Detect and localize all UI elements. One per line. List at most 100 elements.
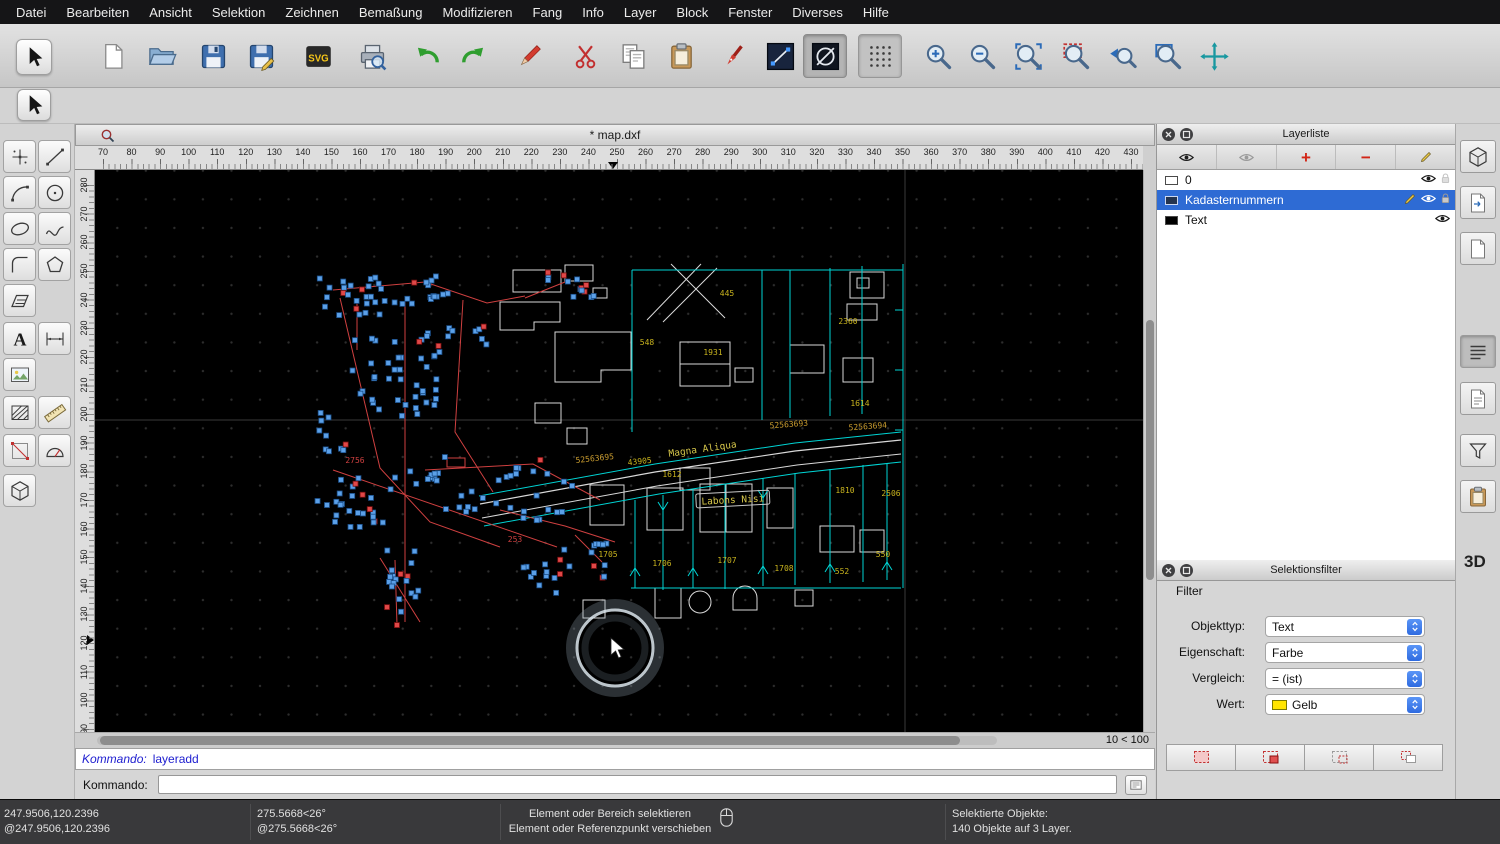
- layer-visibility-icon[interactable]: [1421, 173, 1436, 187]
- page-fwd-panel-button[interactable]: [1460, 186, 1496, 219]
- cut-tool-button[interactable]: [563, 34, 607, 78]
- vertical-scrollbar[interactable]: [1143, 170, 1155, 732]
- menu-bearbeiten[interactable]: Bearbeiten: [56, 5, 139, 20]
- line-draw-tool-button[interactable]: [38, 140, 71, 173]
- edit-layer-icon[interactable]: [1404, 193, 1416, 208]
- page-lines-panel-button[interactable]: [1460, 382, 1496, 415]
- menu-zeichnen[interactable]: Zeichnen: [275, 5, 348, 20]
- spline-tool-button[interactable]: [38, 212, 71, 245]
- svg-text:552: 552: [835, 567, 850, 576]
- filter-dropdown-eigenschaft[interactable]: Farbe: [1265, 642, 1425, 663]
- vertical-scrollbar-thumb[interactable]: [1146, 320, 1154, 580]
- polygon-tool-button[interactable]: [38, 248, 71, 281]
- horizontal-scrollbar[interactable]: 10 < 100: [75, 732, 1155, 748]
- dimension-tool-button[interactable]: [38, 322, 71, 355]
- clipboard-small-panel-button[interactable]: [1460, 480, 1496, 513]
- point-tool-button[interactable]: [3, 140, 36, 173]
- erase-tool-button[interactable]: [507, 34, 551, 78]
- pan-view-button[interactable]: [1192, 34, 1236, 78]
- menu-block[interactable]: Block: [666, 5, 718, 20]
- curve-tool-button[interactable]: [3, 248, 36, 281]
- close-panel-icon[interactable]: [1162, 128, 1175, 141]
- selection-tool-button-2[interactable]: [17, 89, 51, 121]
- slab-tool-button[interactable]: [3, 284, 36, 317]
- zoom-previous-button[interactable]: [1100, 34, 1144, 78]
- layer-lock-icon[interactable]: [1441, 173, 1450, 187]
- menu-hilfe[interactable]: Hilfe: [853, 5, 899, 20]
- open-file-button[interactable]: [139, 34, 183, 78]
- redo-button[interactable]: [451, 34, 495, 78]
- detach-panel-icon[interactable]: [1180, 564, 1193, 577]
- text-tool-button[interactable]: A: [3, 322, 36, 355]
- filter-add-to-selection-button[interactable]: [1235, 744, 1305, 771]
- new-file-button[interactable]: [91, 34, 135, 78]
- ellipse-tool-button[interactable]: [3, 212, 36, 245]
- filter-remove-from-selection-button[interactable]: [1304, 744, 1374, 771]
- layer-row-kadasternummern[interactable]: Kadasternummern: [1157, 190, 1455, 210]
- layer-row-text[interactable]: Text: [1157, 210, 1455, 230]
- layer-row-0[interactable]: 0: [1157, 170, 1455, 190]
- hatch-tool-button[interactable]: [3, 396, 36, 429]
- copy-tool-button[interactable]: [611, 34, 655, 78]
- dropdown-stepper-icon[interactable]: [1407, 619, 1422, 635]
- edit-layer-icon[interactable]: [1396, 145, 1455, 169]
- page-blank-panel-button[interactable]: [1460, 232, 1496, 265]
- filter-funnel-panel-button[interactable]: [1460, 434, 1496, 467]
- zoom-selection-button[interactable]: [1054, 34, 1098, 78]
- remove-layer-icon[interactable]: −: [1336, 145, 1396, 169]
- menu-fenster[interactable]: Fenster: [718, 5, 782, 20]
- filter-select-matching-button[interactable]: [1166, 744, 1236, 771]
- layer-lock-icon[interactable]: [1441, 193, 1450, 207]
- horizontal-scrollbar-thumb[interactable]: [100, 736, 960, 745]
- cube-3d-panel-button[interactable]: [1460, 140, 1496, 173]
- dropdown-stepper-icon[interactable]: [1407, 671, 1422, 687]
- arc-tool-button[interactable]: [3, 176, 36, 209]
- list-lines-panel-button[interactable]: [1460, 335, 1496, 368]
- restrict-off-button[interactable]: [803, 34, 847, 78]
- save-file-button[interactable]: [191, 34, 235, 78]
- layer-hidden-icon[interactable]: [1217, 145, 1277, 169]
- zoom-out-button[interactable]: [960, 34, 1004, 78]
- filter-dropdown-objekttyp[interactable]: Text: [1265, 616, 1425, 637]
- shape-tool-button[interactable]: [3, 434, 36, 467]
- detach-panel-icon[interactable]: [1180, 128, 1193, 141]
- filter-intersect-selection-button[interactable]: [1373, 744, 1443, 771]
- protractor-tool-button[interactable]: [38, 434, 71, 467]
- command-input[interactable]: [158, 775, 1117, 794]
- paste-tool-button[interactable]: [659, 34, 703, 78]
- menu-info[interactable]: Info: [572, 5, 614, 20]
- dropdown-stepper-icon[interactable]: [1407, 645, 1422, 661]
- menu-layer[interactable]: Layer: [614, 5, 667, 20]
- menu-fang[interactable]: Fang: [523, 5, 573, 20]
- grid-toggle-button[interactable]: [858, 34, 902, 78]
- drawing-canvas[interactable]: Magna AliquaLabons Nisi 4452360548193116…: [95, 170, 1143, 732]
- save-as-button[interactable]: [239, 34, 283, 78]
- menu-modifizieren[interactable]: Modifizieren: [432, 5, 522, 20]
- image-tool-button[interactable]: [3, 358, 36, 391]
- layer-visible-icon[interactable]: [1157, 145, 1217, 169]
- undo-button[interactable]: [405, 34, 449, 78]
- iso-view-tool-button[interactable]: [3, 474, 36, 507]
- menu-bemaßung[interactable]: Bemaßung: [349, 5, 433, 20]
- zoom-window-button[interactable]: [1146, 34, 1190, 78]
- draw-pen-button[interactable]: [711, 34, 755, 78]
- dropdown-stepper-icon[interactable]: [1407, 697, 1422, 713]
- filter-dropdown-vergleich[interactable]: = (ist): [1265, 668, 1425, 689]
- close-panel-icon[interactable]: [1162, 564, 1175, 577]
- command-options-button[interactable]: [1125, 775, 1147, 795]
- print-preview-button[interactable]: [350, 34, 394, 78]
- ruler-tool-button[interactable]: [38, 396, 71, 429]
- line-tool-button[interactable]: [758, 34, 802, 78]
- menu-datei[interactable]: Datei: [6, 5, 56, 20]
- layer-visibility-icon[interactable]: [1435, 213, 1450, 227]
- add-layer-icon[interactable]: +: [1277, 145, 1337, 169]
- zoom-fit-button[interactable]: [1006, 34, 1050, 78]
- menu-ansicht[interactable]: Ansicht: [139, 5, 202, 20]
- menu-diverses[interactable]: Diverses: [782, 5, 853, 20]
- zoom-in-button[interactable]: [916, 34, 960, 78]
- circle-tool-button[interactable]: [38, 176, 71, 209]
- filter-dropdown-wert[interactable]: Gelb: [1265, 694, 1425, 715]
- menu-selektion[interactable]: Selektion: [202, 5, 275, 20]
- layer-visibility-icon[interactable]: [1421, 193, 1436, 207]
- svg-export-button[interactable]: SVG: [296, 34, 340, 78]
